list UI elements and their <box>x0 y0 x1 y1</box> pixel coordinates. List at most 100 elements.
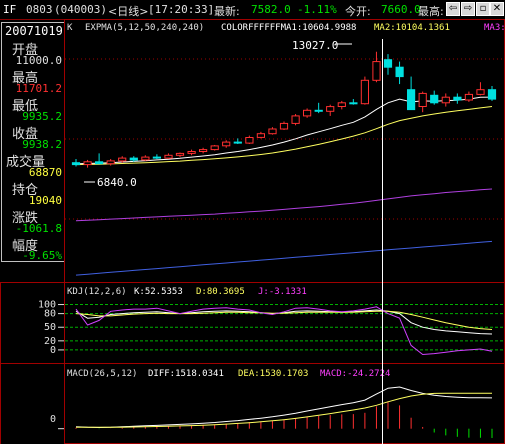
macd-zero-tick: 0 <box>50 414 56 425</box>
high-label: 最高: <box>418 5 444 18</box>
candle-body <box>291 115 300 124</box>
candle <box>245 135 254 145</box>
ma-white-line <box>75 96 493 165</box>
candle-body <box>430 94 439 104</box>
candle-body <box>314 109 323 112</box>
candle <box>453 93 462 104</box>
candle-body <box>326 106 335 112</box>
candle-body <box>199 149 208 153</box>
candle <box>430 90 439 105</box>
candle-body <box>256 133 265 138</box>
macd-dea-value: DEA:1530.1703 <box>238 369 308 379</box>
candle <box>326 104 335 116</box>
candle <box>71 159 81 167</box>
contract-id: (040003) <box>54 3 107 16</box>
kdj-j-value: J:-3.1331 <box>258 287 307 297</box>
change-percent: -1.11% <box>297 3 337 16</box>
candle <box>464 91 473 102</box>
kdj-tick-label: 80 <box>44 309 56 320</box>
candle <box>83 159 92 168</box>
candle-body <box>441 96 450 104</box>
title-bar: IF 0803 (040003) <日线> [17:20:33] 最新: 758… <box>0 0 505 20</box>
close-icon[interactable]: ✕ <box>490 2 504 16</box>
candle-body <box>279 122 289 130</box>
candle-body <box>129 157 138 161</box>
candle-body <box>141 156 150 161</box>
latest-value: 7582.0 <box>251 3 291 16</box>
prev-arrow-icon[interactable]: ⇦ <box>446 2 460 16</box>
candle-body <box>303 109 312 117</box>
min-price-marker: 6840.0 <box>97 176 137 189</box>
candle <box>314 102 323 114</box>
clock-time: [17:20:33] <box>148 3 215 16</box>
chart-canvas[interactable]: K EXPMA(5,12,50,240,240) COLORFFFFFFMA1:… <box>0 19 505 444</box>
candle-body <box>372 61 381 81</box>
kdj-tick-label: 50 <box>44 322 56 333</box>
candle-body <box>118 157 127 162</box>
max-price-marker: 13027.0 <box>292 39 338 52</box>
candle <box>395 61 404 85</box>
macd-histogram <box>58 401 493 438</box>
candle-body <box>210 145 219 151</box>
candle <box>337 100 346 110</box>
candle-body <box>464 93 473 101</box>
candle <box>233 138 242 145</box>
candle <box>256 131 265 139</box>
candle-body <box>476 89 485 95</box>
ma-yellow-line <box>75 106 493 166</box>
candle <box>95 153 104 165</box>
candle <box>210 144 219 151</box>
macd-histogram-value: MACD:-24.2724 <box>320 369 390 379</box>
candle-body <box>106 160 115 165</box>
ma-blue-line <box>75 240 493 276</box>
candle-body <box>337 102 346 108</box>
candle <box>476 82 485 96</box>
candle <box>441 93 450 107</box>
kdj-k-value: K:52.5353 <box>134 287 183 297</box>
kdj-axis: 1008050200 <box>38 300 504 356</box>
macd-title: MACD(26,5,12) <box>67 369 137 379</box>
candle <box>291 114 300 126</box>
kdj-lines <box>75 306 493 356</box>
candle-body <box>487 89 497 100</box>
candle-body <box>175 152 185 156</box>
candle-body <box>164 154 173 159</box>
candle <box>199 147 208 154</box>
candle-body <box>222 141 231 147</box>
candle <box>372 51 381 83</box>
latest-label: 最新: <box>214 5 240 18</box>
legend-ma2: MA2:10104.1361 <box>374 23 450 33</box>
contract-month: 0803 <box>26 3 53 16</box>
symbol-code: IF <box>3 3 17 16</box>
candle <box>106 159 115 166</box>
candle <box>279 121 289 130</box>
candle <box>164 153 173 159</box>
candle <box>175 152 185 158</box>
candle-body <box>187 151 196 154</box>
candle-body <box>407 89 416 111</box>
candle-body <box>360 79 369 105</box>
candle <box>349 99 358 105</box>
candle-body <box>233 141 242 144</box>
candle-body <box>395 66 404 78</box>
candle-body <box>71 162 81 166</box>
legend-ma1: COLORFFFFFFMA1:10604.9988 <box>221 23 356 33</box>
candle <box>360 76 369 105</box>
period-selector[interactable]: <日线> <box>108 3 148 19</box>
candle-body <box>453 96 462 101</box>
main-grid <box>65 58 504 220</box>
candle <box>407 76 416 111</box>
candle <box>187 149 196 156</box>
candle-body <box>268 128 277 135</box>
candle <box>487 85 497 101</box>
ma-purple-line <box>75 188 493 222</box>
kdj-title: KDJ(12,2,6) <box>67 287 127 297</box>
legend-ma3: MA3:74 <box>484 23 505 33</box>
candle-body <box>83 161 92 166</box>
candle <box>141 155 150 161</box>
candle-body <box>245 137 254 144</box>
restore-icon[interactable]: ▫ <box>476 2 490 16</box>
candle-body <box>383 59 393 68</box>
next-arrow-icon[interactable]: ⇨ <box>461 2 475 16</box>
candlesticks <box>71 51 497 168</box>
